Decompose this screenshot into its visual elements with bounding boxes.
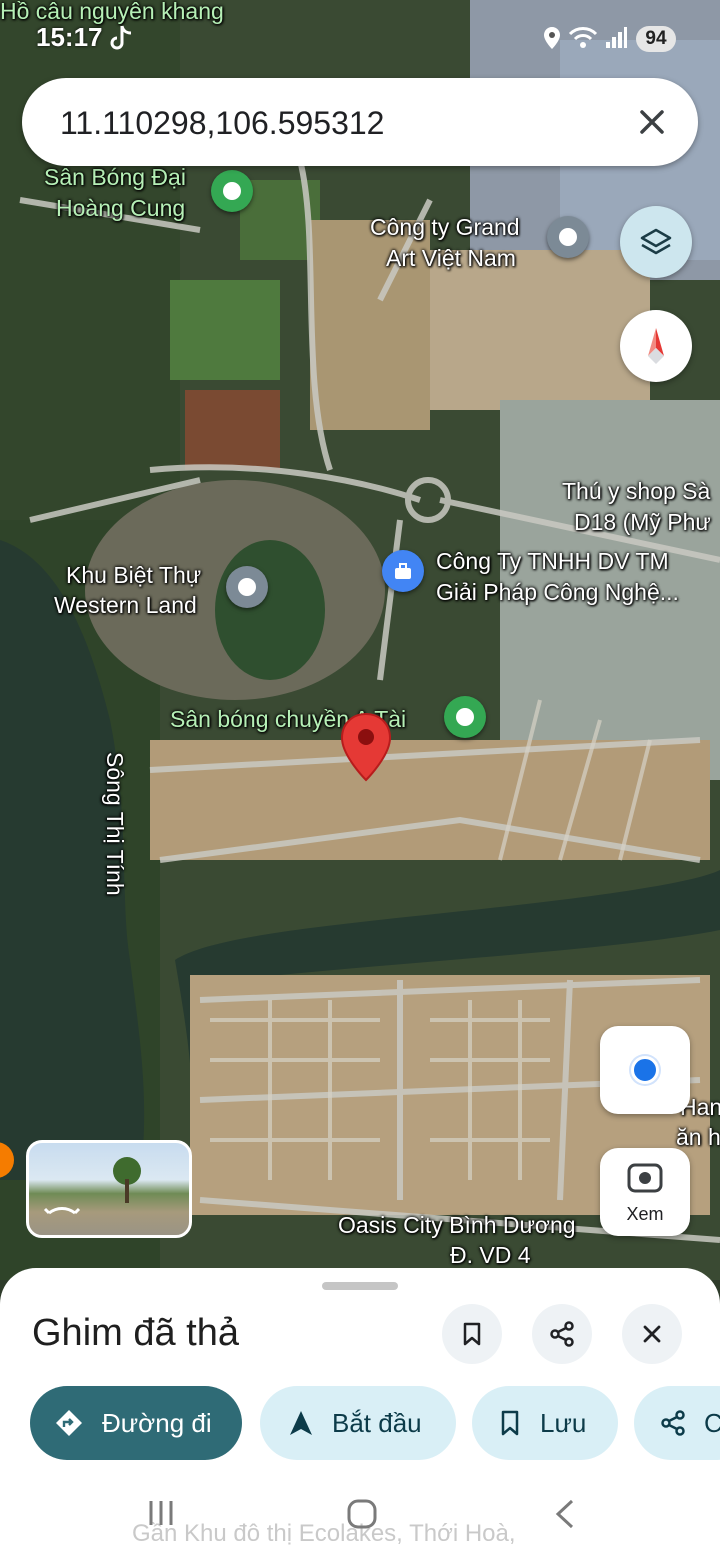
map-label-biet-thu-1[interactable]: Khu Biệt Thự bbox=[66, 560, 201, 590]
status-bar: 15:17 94 bbox=[0, 0, 720, 76]
signal-icon bbox=[606, 27, 627, 48]
start-button[interactable]: Bắt đầu bbox=[260, 1386, 456, 1460]
compass-button[interactable] bbox=[620, 310, 692, 382]
map-label-san-bong-dai-2[interactable]: Hoàng Cung bbox=[56, 193, 185, 223]
place-pin-grand-art[interactable] bbox=[547, 216, 589, 258]
close-icon[interactable] bbox=[632, 102, 672, 142]
map-label-road-vd4: Đ. VD 4 bbox=[450, 1242, 531, 1268]
recent-apps-icon[interactable] bbox=[146, 1498, 176, 1528]
share-icon bbox=[550, 1321, 574, 1347]
map-label-grand-art-1[interactable]: Công ty Grand bbox=[370, 212, 520, 242]
lens-label: Xem bbox=[626, 1204, 664, 1224]
map-label-han-2[interactable]: ăn h bbox=[676, 1122, 720, 1152]
layers-icon bbox=[640, 228, 672, 255]
map-label-thu-y-1[interactable]: Thú y shop Sà bbox=[562, 476, 710, 506]
briefcase-icon bbox=[395, 563, 411, 579]
lens-button[interactable]: Xem bbox=[600, 1148, 690, 1236]
search-bar[interactable] bbox=[22, 78, 698, 166]
bookmark-button[interactable] bbox=[442, 1304, 502, 1364]
start-label: Bắt đầu bbox=[332, 1407, 422, 1438]
status-time: 15:17 bbox=[36, 22, 103, 52]
bookmark-icon bbox=[501, 1410, 519, 1436]
navigation-arrow-icon bbox=[290, 1411, 312, 1435]
share-pill-button[interactable]: C bbox=[634, 1386, 720, 1460]
place-pin-san-bong-dai[interactable] bbox=[211, 170, 253, 212]
share-button[interactable] bbox=[532, 1304, 592, 1364]
share-icon bbox=[661, 1410, 685, 1436]
tiktok-icon bbox=[110, 25, 132, 50]
search-input[interactable] bbox=[58, 96, 602, 150]
close-icon bbox=[643, 1325, 661, 1343]
dropped-pin-icon[interactable] bbox=[340, 712, 392, 782]
street-view-thumbnail[interactable] bbox=[26, 1140, 192, 1238]
wifi-icon bbox=[568, 27, 598, 48]
layers-button[interactable] bbox=[620, 206, 692, 278]
place-pin-san-bong-chuyen[interactable] bbox=[444, 696, 486, 738]
sheet-title: Ghim đã thả bbox=[32, 1312, 239, 1354]
directions-button[interactable]: Đường đi bbox=[30, 1386, 242, 1460]
save-label: Lưu bbox=[540, 1407, 587, 1438]
back-icon[interactable] bbox=[552, 1498, 578, 1530]
camera-lens-icon bbox=[627, 1163, 663, 1193]
street-view-image bbox=[43, 1157, 141, 1215]
my-location-icon bbox=[631, 1056, 659, 1084]
map-label-tnhh-2[interactable]: Giải Pháp Công Nghệ... bbox=[436, 577, 679, 607]
save-button[interactable]: Lưu bbox=[472, 1386, 618, 1460]
map-label-thu-y-2[interactable]: D18 (Mỹ Phư bbox=[574, 507, 711, 537]
close-sheet-button[interactable] bbox=[622, 1304, 682, 1364]
map-label-biet-thu-2[interactable]: Western Land bbox=[54, 590, 197, 620]
system-nav-bar bbox=[0, 1468, 720, 1560]
map-label-oasis-city[interactable]: Oasis City Bình Dương bbox=[338, 1210, 576, 1240]
map-label-san-bong-dai-1[interactable]: Sân Bóng Đại bbox=[44, 162, 186, 192]
battery-level: 94 bbox=[636, 26, 676, 52]
location-icon bbox=[544, 27, 560, 49]
bookmark-icon bbox=[463, 1322, 481, 1346]
directions-label: Đường đi bbox=[102, 1407, 212, 1438]
my-location-button[interactable] bbox=[600, 1026, 690, 1114]
sheet-drag-handle[interactable] bbox=[322, 1282, 398, 1290]
map-label-grand-art-2[interactable]: Art Việt Nam bbox=[386, 243, 516, 273]
map-label-tnhh-1[interactable]: Công Ty TNHH DV TM bbox=[436, 546, 669, 576]
directions-icon bbox=[56, 1410, 82, 1436]
compass-icon bbox=[648, 328, 664, 364]
home-icon[interactable] bbox=[346, 1498, 378, 1530]
place-pin-cong-ty-tnhh[interactable] bbox=[382, 550, 424, 592]
map-label-song-thi-tinh: Sông Thị Tính bbox=[102, 752, 128, 896]
place-pin-western-land[interactable] bbox=[226, 566, 268, 608]
share-label: C bbox=[704, 1407, 720, 1438]
